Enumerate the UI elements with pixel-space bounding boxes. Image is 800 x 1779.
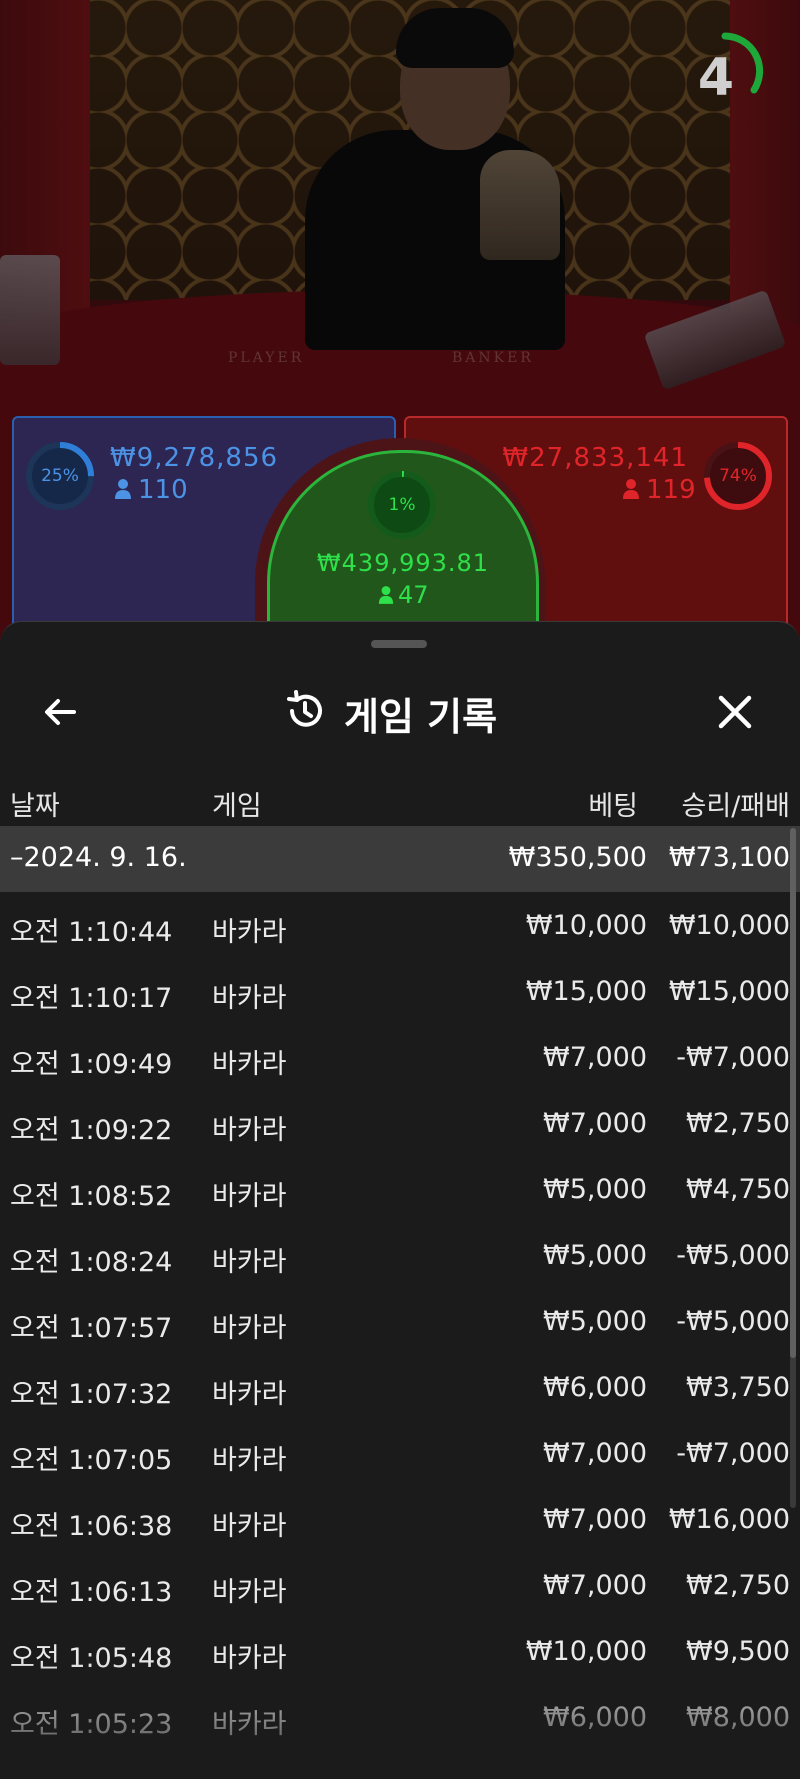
history-row[interactable]: 오전 1:06:38 바카라 ₩7,000 ₩16,000: [0, 1486, 790, 1552]
row-time: 오전 1:07:57: [10, 1313, 173, 1344]
user-icon: [378, 585, 394, 609]
row-result: ₩9,500: [686, 1636, 790, 1667]
row-bet: ₩5,000: [543, 1306, 647, 1337]
row-game: 바카라: [212, 1445, 287, 1476]
row-time: 오전 1:05:23: [10, 1709, 173, 1740]
row-result: -₩5,000: [676, 1240, 790, 1271]
sheet-title: 게임 기록: [344, 694, 498, 739]
row-bet: ₩5,000: [543, 1174, 647, 1205]
row-result: ₩3,750: [686, 1372, 790, 1403]
user-icon: [622, 478, 640, 504]
row-game: 바카라: [212, 1379, 287, 1410]
row-result: ₩2,750: [686, 1570, 790, 1601]
row-time: 오전 1:08:24: [10, 1247, 173, 1278]
player-player-count: 110: [138, 475, 188, 505]
player-percent: 25%: [41, 466, 79, 486]
row-game: 바카라: [212, 1115, 287, 1146]
history-row[interactable]: 오전 1:06:13 바카라 ₩7,000 ₩2,750: [0, 1552, 790, 1618]
row-bet: ₩7,000: [543, 1570, 647, 1601]
row-game: 바카라: [212, 1247, 287, 1278]
row-bet: ₩7,000: [543, 1438, 647, 1469]
history-icon: [284, 690, 326, 736]
row-time: 오전 1:05:48: [10, 1643, 173, 1674]
row-bet: ₩10,000: [525, 1636, 647, 1667]
date-group-row[interactable]: –2024. 9. 16. ₩350,500 ₩73,100: [0, 826, 800, 892]
tie-bet-amount: ₩439,993.81: [316, 549, 490, 577]
row-bet: ₩10,000: [525, 910, 647, 941]
row-game: 바카라: [212, 1049, 287, 1080]
row-game: 바카라: [212, 1313, 287, 1344]
row-bet: ₩6,000: [543, 1702, 647, 1733]
banker-player-count: 119: [646, 475, 696, 505]
history-row[interactable]: 오전 1:07:32 바카라 ₩6,000 ₩3,750: [0, 1354, 790, 1420]
banker-percent: 74%: [719, 466, 757, 486]
history-row[interactable]: 오전 1:05:48 바카라 ₩10,000 ₩9,500: [0, 1618, 790, 1684]
row-bet: ₩7,000: [543, 1042, 647, 1073]
row-time: 오전 1:10:17: [10, 983, 173, 1014]
close-icon[interactable]: [713, 690, 757, 734]
row-result: ₩8,000: [686, 1702, 790, 1733]
date-group-label: –2024. 9. 16.: [10, 842, 187, 873]
row-result: ₩4,750: [686, 1174, 790, 1205]
row-result: ₩16,000: [668, 1504, 790, 1535]
history-row[interactable]: 오전 1:10:17 바카라 ₩15,000 ₩15,000: [0, 958, 790, 1024]
sheet-header: 게임 기록: [0, 662, 800, 772]
row-bet: ₩7,000: [543, 1504, 647, 1535]
row-bet: ₩6,000: [543, 1372, 647, 1403]
row-bet: ₩5,000: [543, 1240, 647, 1271]
row-time: 오전 1:06:13: [10, 1577, 173, 1608]
row-time: 오전 1:10:44: [10, 917, 173, 948]
column-header-date: 날짜: [10, 791, 60, 822]
history-row[interactable]: 오전 1:08:52 바카라 ₩5,000 ₩4,750: [0, 1156, 790, 1222]
row-game: 바카라: [212, 1511, 287, 1542]
row-time: 오전 1:07:32: [10, 1379, 173, 1410]
row-result: ₩10,000: [668, 910, 790, 941]
history-column-headers: 날짜 게임 베팅 승리/패배: [0, 772, 800, 832]
row-game: 바카라: [212, 1181, 287, 1212]
row-result: ₩15,000: [668, 976, 790, 1007]
row-bet: ₩15,000: [525, 976, 647, 1007]
history-row[interactable]: 오전 1:09:49 바카라 ₩7,000 -₩7,000: [0, 1024, 790, 1090]
column-header-bet: 베팅: [588, 791, 638, 822]
user-icon: [114, 478, 132, 504]
row-game: 바카라: [212, 917, 287, 948]
arrow-left-icon[interactable]: [40, 692, 80, 732]
countdown-timer-value: 4: [697, 48, 735, 108]
row-time: 오전 1:07:05: [10, 1445, 173, 1476]
row-time: 오전 1:08:52: [10, 1181, 173, 1212]
row-game: 바카라: [212, 1577, 287, 1608]
row-game: 바카라: [212, 983, 287, 1014]
row-time: 오전 1:09:22: [10, 1115, 173, 1146]
banker-bet-amount: ₩27,833,141: [502, 443, 688, 473]
history-row[interactable]: 오전 1:09:22 바카라 ₩7,000 ₩2,750: [0, 1090, 790, 1156]
date-group-bet-total: ₩350,500: [508, 842, 647, 873]
row-time: 오전 1:06:38: [10, 1511, 173, 1542]
row-bet: ₩7,000: [543, 1108, 647, 1139]
sheet-title-group: 게임 기록: [284, 690, 497, 739]
history-row[interactable]: 오전 1:07:57 바카라 ₩5,000 -₩5,000: [0, 1288, 790, 1354]
history-row[interactable]: 오전 1:05:23 바카라 ₩6,000 ₩8,000: [0, 1684, 790, 1750]
game-history-sheet: 게임 기록 날짜 게임 베팅 승리/패배 –2024. 9. 16. ₩350,…: [0, 621, 800, 1779]
row-result: -₩5,000: [676, 1306, 790, 1337]
row-result: -₩7,000: [676, 1438, 790, 1469]
column-header-game: 게임: [212, 791, 262, 822]
history-rows: 오전 1:10:44 바카라 ₩10,000 ₩10,000 오전 1:10:17 바카라…: [0, 892, 790, 1750]
row-result: ₩2,750: [686, 1108, 790, 1139]
tie-player-count: 47: [398, 581, 429, 609]
date-group-result-total: ₩73,100: [668, 842, 790, 873]
column-header-result: 승리/패배: [681, 791, 790, 822]
row-game: 바카라: [212, 1643, 287, 1674]
scrollbar[interactable]: [790, 828, 796, 1508]
history-row[interactable]: 오전 1:07:05 바카라 ₩7,000 -₩7,000: [0, 1420, 790, 1486]
tie-percent: 1%: [388, 495, 416, 515]
history-row[interactable]: 오전 1:10:44 바카라 ₩10,000 ₩10,000: [0, 892, 790, 958]
row-game: 바카라: [212, 1709, 287, 1740]
row-result: -₩7,000: [676, 1042, 790, 1073]
scrollbar-thumb[interactable]: [790, 828, 796, 1358]
history-row[interactable]: 오전 1:08:24 바카라 ₩5,000 -₩5,000: [0, 1222, 790, 1288]
sheet-drag-handle[interactable]: [371, 640, 427, 648]
row-time: 오전 1:09:49: [10, 1049, 173, 1080]
player-bet-amount: ₩9,278,856: [110, 443, 279, 473]
